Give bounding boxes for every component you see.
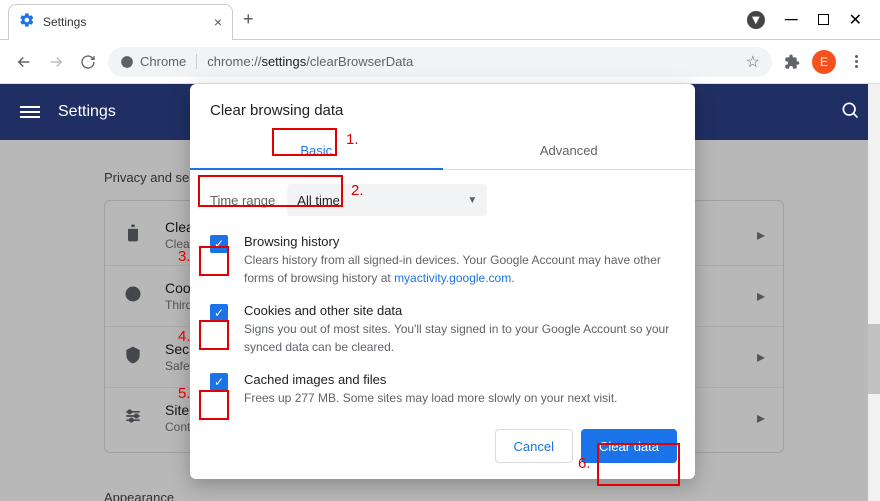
annotation-label-3: 3.	[178, 248, 191, 265]
myactivity-link[interactable]: myactivity.google.com	[394, 271, 511, 285]
back-button[interactable]	[12, 50, 36, 74]
reload-button[interactable]	[76, 50, 100, 74]
browser-tab[interactable]: Settings ×	[8, 4, 233, 40]
option-title: Browsing history	[244, 234, 675, 249]
option-desc: Signs you out of most sites. You'll stay…	[244, 320, 675, 356]
annotation-box-6	[597, 443, 680, 486]
scrollbar-thumb[interactable]	[868, 324, 880, 394]
window-controls: ▼ ─ ✕	[747, 9, 880, 30]
search-icon[interactable]	[840, 100, 860, 125]
tab-title: Settings	[43, 15, 214, 29]
annotation-label-4: 4.	[178, 328, 191, 345]
newtab-button[interactable]: +	[243, 9, 254, 30]
annotation-label-5: 5.	[178, 385, 191, 402]
annotation-box-5	[199, 390, 229, 420]
hamburger-icon[interactable]	[20, 103, 40, 121]
vertical-scrollbar[interactable]	[868, 84, 880, 501]
site-chip: Chrome	[120, 54, 197, 69]
cancel-button[interactable]: Cancel	[495, 429, 573, 463]
option-title: Cached images and files	[244, 372, 617, 387]
annotation-box-3	[199, 246, 229, 276]
annotation-label-2: 2.	[351, 182, 364, 199]
window-minimize-icon[interactable]: ─	[785, 9, 798, 30]
tab-advanced[interactable]: Advanced	[443, 133, 696, 170]
gear-icon	[19, 12, 43, 33]
browser-titlebar: Settings × + ▼ ─ ✕	[0, 0, 880, 40]
url-text: chrome://settings/clearBrowserData	[207, 54, 735, 69]
omnibox[interactable]: Chrome chrome://settings/clearBrowserDat…	[108, 47, 772, 77]
annotation-label-6: 6.	[578, 455, 591, 472]
option-title: Cookies and other site data	[244, 303, 675, 318]
window-close-icon[interactable]: ✕	[849, 10, 862, 30]
profile-avatar[interactable]: E	[812, 50, 836, 74]
browser-menu-button[interactable]	[844, 55, 868, 68]
extensions-icon[interactable]	[780, 54, 804, 70]
option-desc: Frees up 277 MB. Some sites may load mor…	[244, 389, 617, 407]
tab-close-icon[interactable]: ×	[214, 14, 222, 30]
annotation-label-1: 1.	[346, 131, 359, 148]
toolbar: Chrome chrome://settings/clearBrowserDat…	[0, 40, 880, 84]
bookmark-star-icon[interactable]: ☆	[746, 52, 760, 72]
window-maximize-icon[interactable]	[818, 14, 829, 25]
annotation-box-2	[198, 175, 343, 207]
forward-button[interactable]	[44, 50, 68, 74]
clear-browsing-data-dialog: Clear browsing data Basic Advanced Time …	[190, 84, 695, 479]
annotation-box-1	[272, 128, 337, 156]
dialog-tabs: Basic Advanced	[190, 133, 695, 170]
chevron-down-icon[interactable]: ▼	[747, 11, 765, 29]
chevron-down-icon: ▼	[467, 195, 477, 206]
option-desc: Clears history from all signed-in device…	[244, 251, 675, 287]
dialog-title: Clear browsing data	[190, 84, 695, 133]
annotation-box-4	[199, 320, 229, 350]
checkbox-cache[interactable]: ✓	[210, 373, 228, 391]
